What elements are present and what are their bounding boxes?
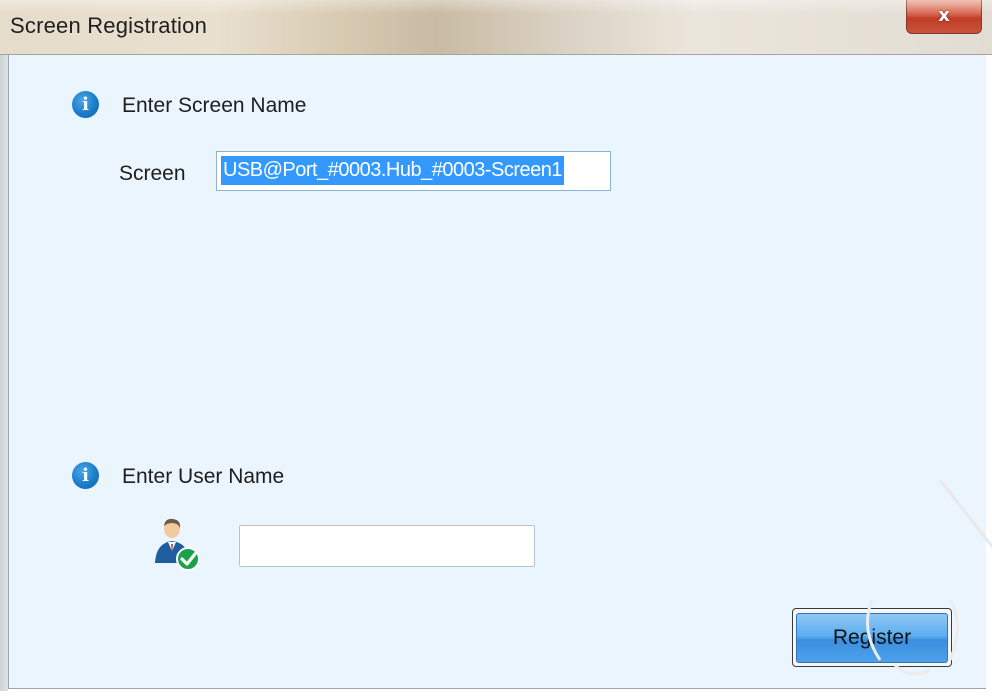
register-button-label: Register xyxy=(832,625,912,649)
close-button[interactable]: x xyxy=(906,0,982,34)
title-bar[interactable]: Screen Registration x xyxy=(0,0,992,55)
screen-name-value: USB@Port_#0003.Hub_#0003-Screen1 xyxy=(221,156,564,185)
info-icon: i xyxy=(72,462,99,489)
window-left-edge xyxy=(0,55,8,691)
screen-section-heading: Enter Screen Name xyxy=(122,94,307,117)
screen-field-label: Screen xyxy=(119,162,186,185)
user-check-icon xyxy=(148,517,204,573)
user-section-heading: Enter User Name xyxy=(122,465,285,488)
close-icon: x xyxy=(938,5,950,26)
screen-name-input[interactable]: USB@Port_#0003.Hub_#0003-Screen1 xyxy=(216,151,611,191)
info-icon: i xyxy=(72,91,99,118)
register-button[interactable]: Register xyxy=(792,608,952,667)
window-title: Screen Registration xyxy=(10,13,208,38)
user-name-input[interactable] xyxy=(239,525,535,567)
screen-registration-window: Screen Registration x i Enter Screen Nam… xyxy=(0,0,992,691)
